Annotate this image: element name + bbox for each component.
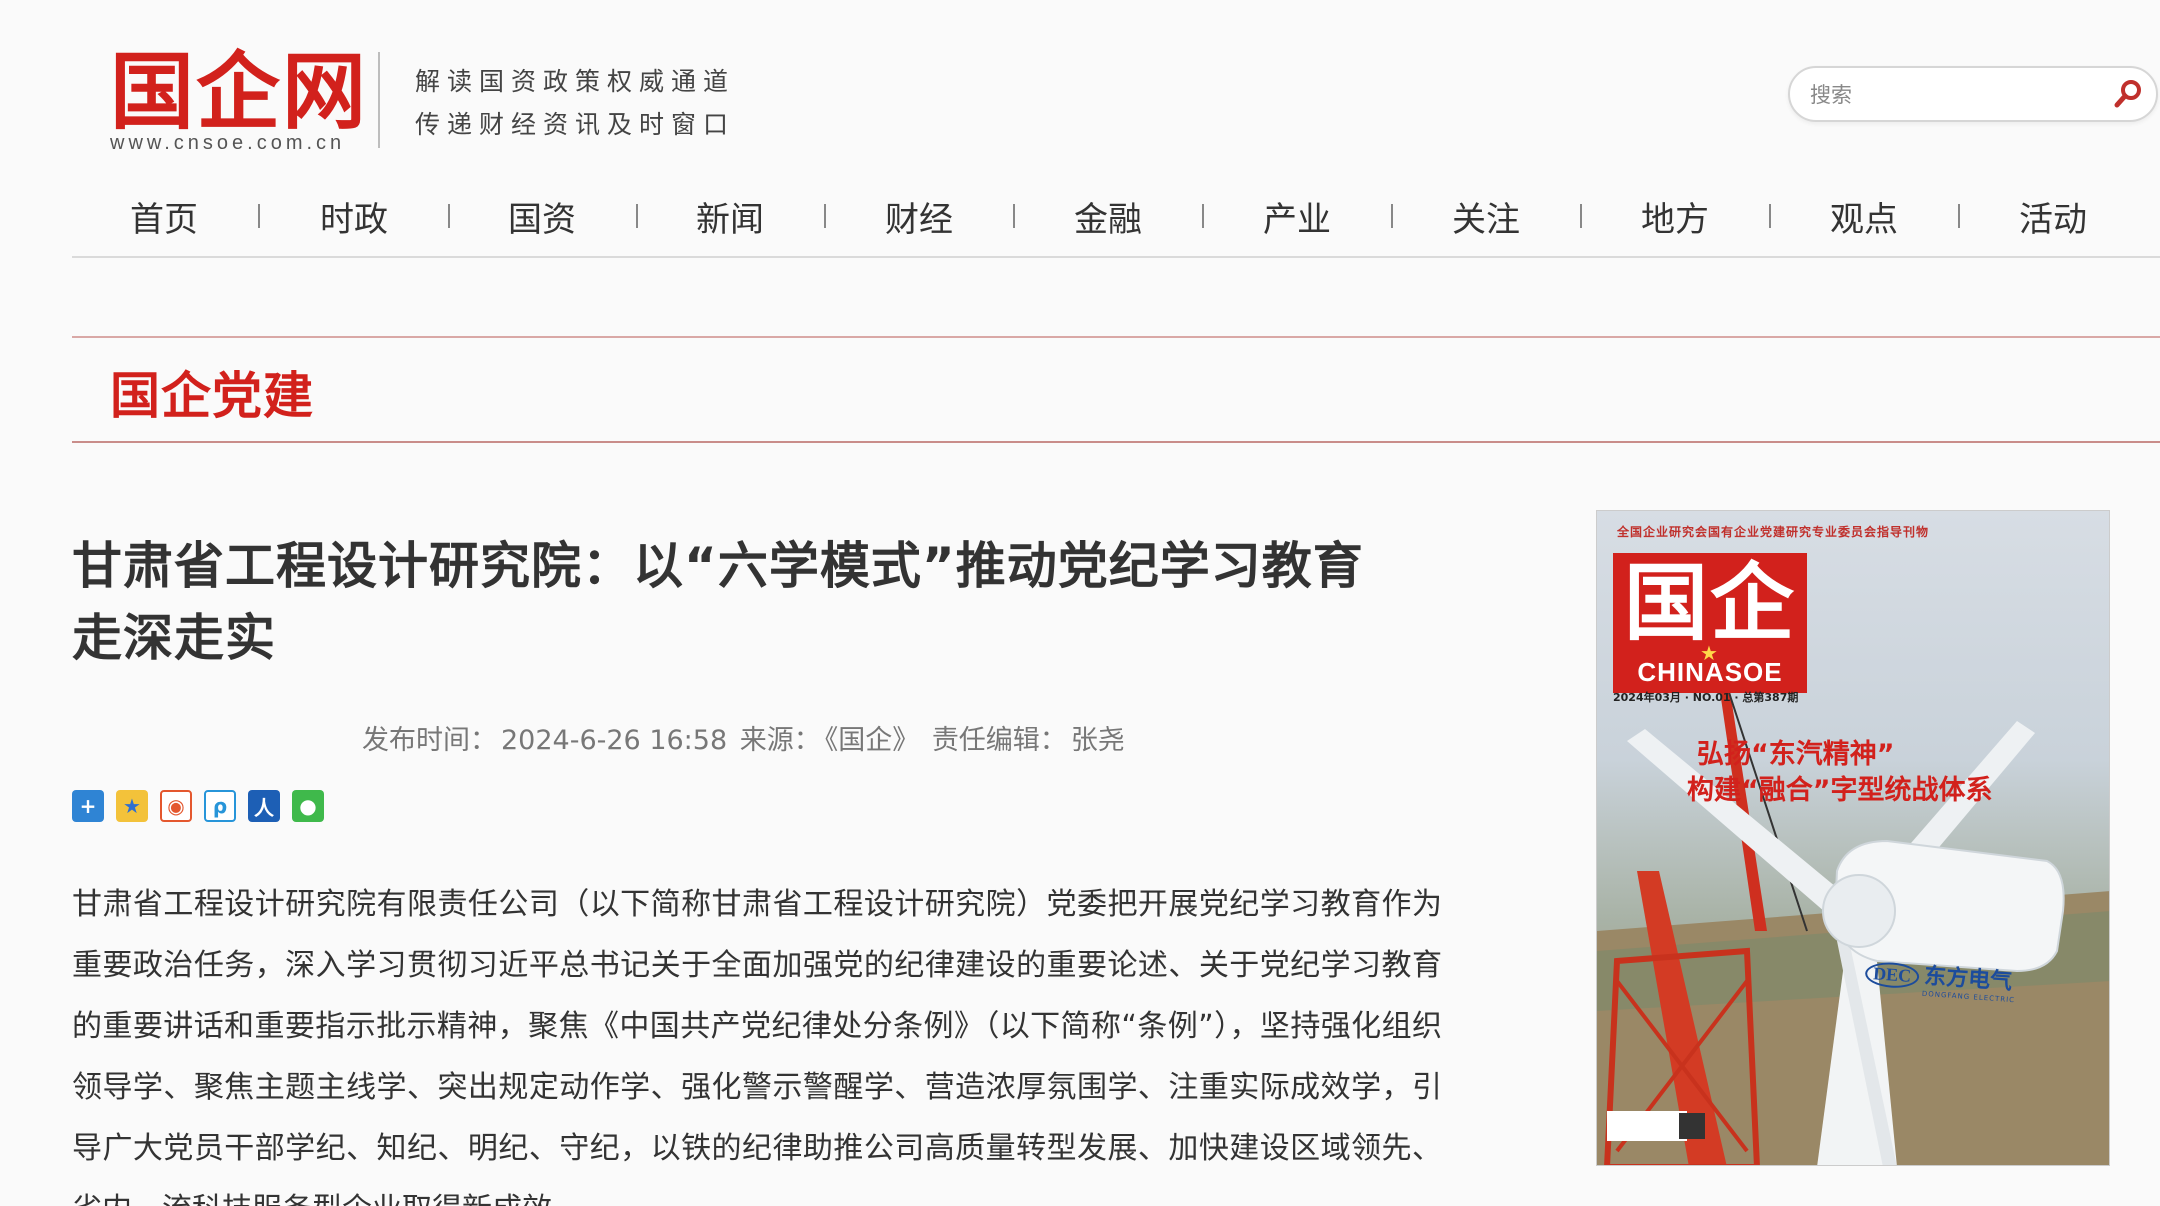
main-nav: 首页 时政 国资 新闻 财经 金融 产业 关注 地方 观点 活动 bbox=[72, 186, 2160, 258]
nav-separator bbox=[1391, 204, 1393, 228]
source: 《国企》 bbox=[824, 725, 920, 756]
nav-separator bbox=[448, 204, 450, 228]
cover-issue: 2024年03月 · NO.01 · 总第387期 bbox=[1613, 691, 1799, 704]
nav-item-finance-economy[interactable]: 财经 bbox=[885, 192, 953, 241]
nav-item-industry[interactable]: 产业 bbox=[1263, 192, 1331, 241]
nav-separator bbox=[258, 204, 260, 228]
publish-time: 2024-6-26 16:58 bbox=[501, 725, 728, 756]
search-icon bbox=[2114, 80, 2141, 108]
cover-headline-line-1: 弘扬“东汽精神” bbox=[1697, 739, 1895, 770]
nav-separator bbox=[1958, 204, 1960, 228]
renren-icon[interactable]: 人 bbox=[248, 790, 280, 822]
nav-item-finance[interactable]: 金融 bbox=[1074, 192, 1142, 241]
editor-label: 责任编辑： bbox=[931, 725, 1067, 756]
logo-divider bbox=[378, 52, 380, 148]
editor: 张尧 bbox=[1070, 725, 1125, 756]
publish-time-label: 发布时间： bbox=[362, 725, 497, 756]
qzone-icon[interactable]: ★ bbox=[116, 790, 148, 822]
nav-divider bbox=[72, 256, 2160, 258]
cover-headline: 弘扬“东汽精神” 构建“融合”字型统战体系 bbox=[1687, 737, 1993, 809]
section-divider-top bbox=[72, 336, 2160, 338]
tencent-weibo-icon[interactable]: ρ bbox=[204, 790, 236, 822]
slogan-line-1: 解读国资政策权威通道 bbox=[415, 67, 736, 96]
article-meta: 发布时间： 2024-6-26 16:58 来源： 《国企》 责任编辑： 张尧 bbox=[362, 718, 1129, 757]
more-share-icon[interactable]: + bbox=[72, 790, 104, 822]
article-body: 甘肃省工程设计研究院有限责任公司（以下简称甘肃省工程设计研究院）党委把开展党纪学… bbox=[72, 887, 1442, 1206]
nav-item-events[interactable]: 活动 bbox=[2019, 192, 2087, 241]
nav-separator bbox=[824, 204, 826, 228]
cover-top-text: 全国企业研究会国有企业党建研究专业委员会指导刊物 bbox=[1617, 525, 1930, 539]
weibo-icon[interactable]: ◉ bbox=[160, 790, 192, 822]
nav-separator bbox=[1202, 204, 1204, 228]
nav-item-news[interactable]: 新闻 bbox=[696, 192, 764, 241]
nav-item-local[interactable]: 地方 bbox=[1641, 192, 1709, 241]
nav-separator bbox=[1580, 204, 1582, 228]
site-logo[interactable]: 国企网 www.cnsoe.com.cn bbox=[110, 46, 368, 155]
nav-item-politics[interactable]: 时政 bbox=[320, 192, 388, 241]
article-title-line-2: 走深走实 bbox=[72, 609, 276, 667]
source-label: 来源： bbox=[739, 725, 821, 756]
nav-item-focus[interactable]: 关注 bbox=[1452, 192, 1520, 241]
star-icon: ★ bbox=[1700, 641, 1718, 665]
section-title[interactable]: 国企党建 bbox=[110, 356, 314, 428]
site-slogan: 解读国资政策权威通道 传递财经资讯及时窗口 bbox=[415, 60, 735, 146]
wechat-icon[interactable]: ● bbox=[292, 790, 324, 822]
search-box bbox=[1788, 66, 2158, 122]
cover-logo-cn: 国企 bbox=[1623, 553, 1796, 652]
cover-logo: 国企 ★ CHINASOE bbox=[1613, 553, 1807, 693]
logo-text: 国企网 bbox=[110, 42, 369, 141]
slogan-line-2: 传递财经资讯及时窗口 bbox=[415, 110, 736, 139]
share-bar: + ★ ◉ ρ 人 ● bbox=[72, 790, 324, 822]
nav-separator bbox=[1769, 204, 1771, 228]
nav-item-home[interactable]: 首页 bbox=[130, 192, 198, 241]
nav-separator bbox=[1013, 204, 1015, 228]
search-input[interactable] bbox=[1808, 78, 2092, 112]
article-title: 甘肃省工程设计研究院：以“六学模式”推动党纪学习教育 走深走实 bbox=[72, 530, 1472, 674]
article-title-line-1: 甘肃省工程设计研究院：以“六学模式”推动党纪学习教育 bbox=[72, 537, 1364, 595]
nav-item-opinion[interactable]: 观点 bbox=[1830, 192, 1898, 241]
cover-headline-line-2: 构建“融合”字型统战体系 bbox=[1687, 775, 1993, 806]
nav-separator bbox=[636, 204, 638, 228]
cover-brand-short: DEC bbox=[1864, 960, 1920, 990]
logo-url: www.cnsoe.com.cn bbox=[110, 132, 346, 154]
magazine-cover[interactable]: 全国企业研究会国有企业党建研究专业委员会指导刊物 国企 ★ CHINASOE 2… bbox=[1596, 510, 2110, 1166]
nav-item-state-assets[interactable]: 国资 bbox=[508, 192, 576, 241]
search-button[interactable] bbox=[2108, 74, 2148, 114]
section-divider-bottom bbox=[72, 441, 2160, 443]
